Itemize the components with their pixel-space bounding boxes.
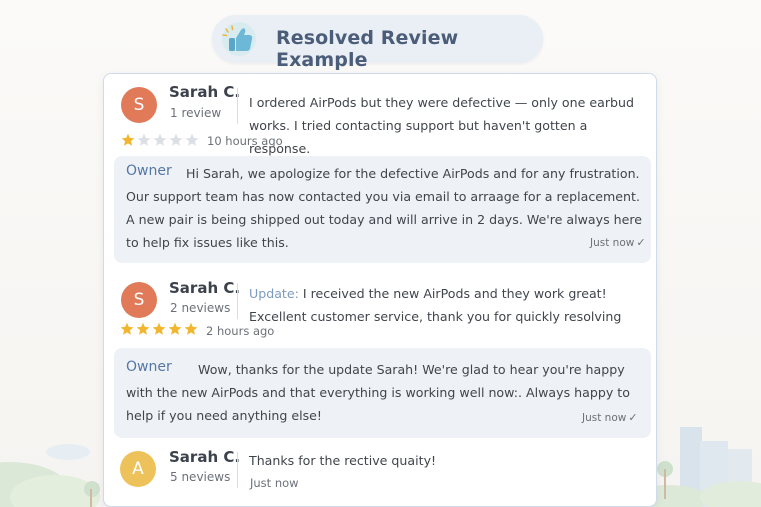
page-header: Resolved Review Example <box>212 15 543 71</box>
divider <box>237 452 238 488</box>
reviewer-name[interactable]: Sarah C. <box>169 83 240 101</box>
star-rating <box>120 322 198 336</box>
divider <box>237 88 238 124</box>
star-filled-icon <box>184 322 198 335</box>
review-text-body: I received the new AirPods and they work… <box>249 286 622 324</box>
avatar: S <box>121 87 157 123</box>
update-label: Update: <box>249 286 299 301</box>
star-rating <box>121 133 199 147</box>
review-text: Update: I received the new AirPods and t… <box>249 282 649 328</box>
reply-time: Just now ✓ <box>590 236 646 249</box>
star-filled-icon <box>168 322 182 335</box>
avatar: A <box>120 451 156 487</box>
owner-reply: Owner Wow, thanks for the update Sarah! … <box>114 348 651 438</box>
reviewer-name[interactable]: Sarah C. <box>169 448 240 466</box>
review-count: 5 neviews <box>170 470 231 484</box>
divider <box>237 283 238 319</box>
reply-time-label: Just now <box>582 411 627 424</box>
review-time: Just now <box>250 476 299 490</box>
check-icon: ✓ <box>628 411 638 424</box>
thumbs-up-icon <box>222 22 256 56</box>
star-filled-icon <box>121 133 135 146</box>
reply-time-label: Just now <box>590 236 635 249</box>
owner-reply-text: Hi Sarah, we apologize for the defective… <box>126 166 643 250</box>
star-filled-icon <box>136 322 150 335</box>
check-icon: ✓ <box>636 236 646 249</box>
review-time: 10 hours ago <box>207 134 283 148</box>
avatar: S <box>121 282 157 318</box>
review-time: 2 hours ago <box>206 324 275 338</box>
star-filled-icon <box>152 322 166 335</box>
review-count: 2 neviews <box>170 301 231 315</box>
star-filled-icon <box>120 322 134 335</box>
reviews-card: S Sarah C. 1 review I ordered AirPods bu… <box>103 73 657 507</box>
star-empty-icon <box>137 133 151 146</box>
star-empty-icon <box>153 133 167 146</box>
reviewer-name[interactable]: Sarah C. <box>169 279 240 297</box>
star-empty-icon <box>185 133 199 146</box>
review-text: I ordered AirPods but they were defectiv… <box>249 95 634 156</box>
review-text: Thanks for the rective quaity! <box>249 453 437 468</box>
star-empty-icon <box>169 133 183 146</box>
owner-reply-text: Wow, thanks for the update Sarah! We're … <box>126 362 630 423</box>
reply-time: Just now ✓ <box>582 411 638 424</box>
owner-reply: Owner Hi Sarah, we apologize for the def… <box>114 156 651 263</box>
page-title: Resolved Review Example <box>276 27 459 71</box>
review-count: 1 review <box>170 106 222 120</box>
